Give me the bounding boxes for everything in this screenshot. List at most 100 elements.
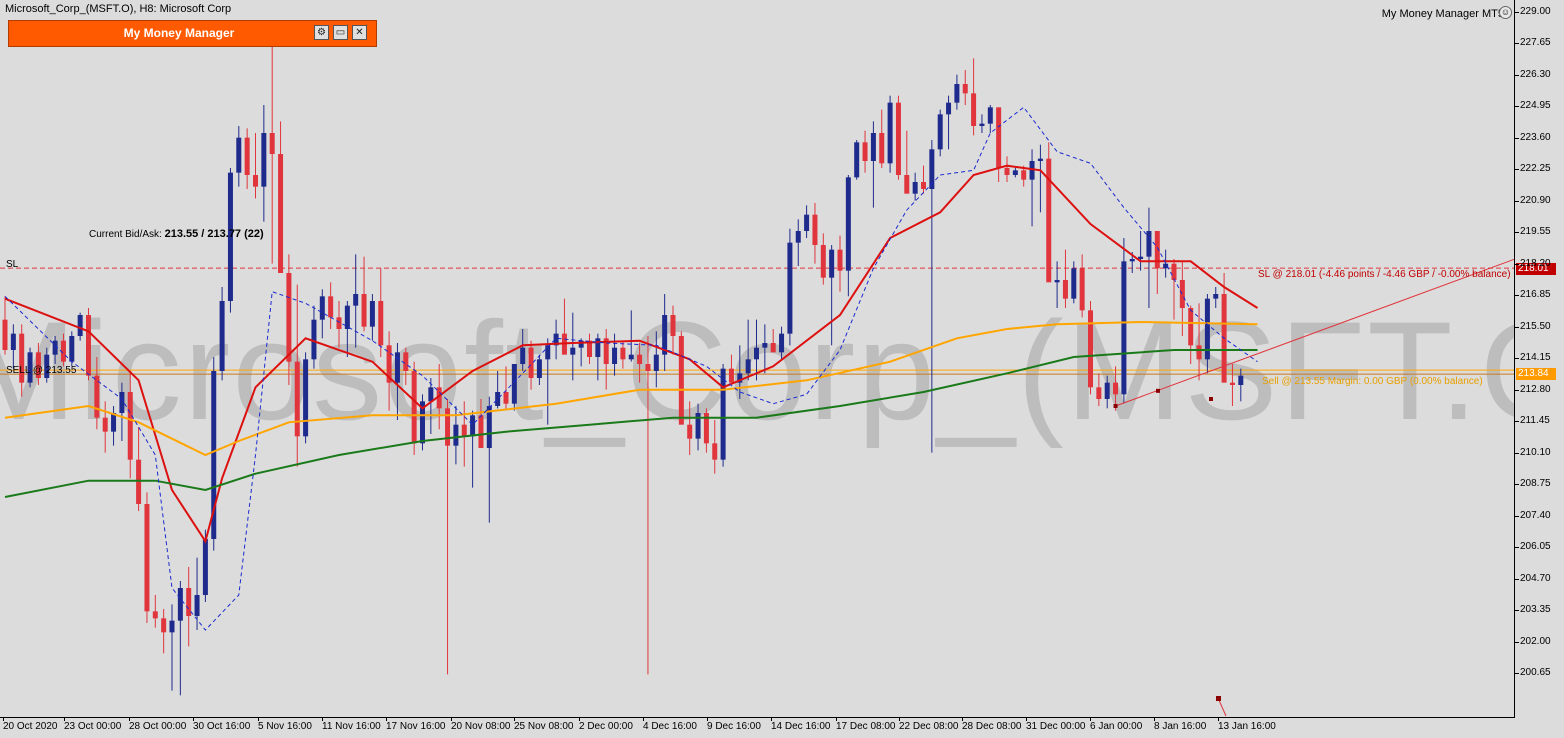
candle-body (445, 408, 451, 446)
price-axis-tick (1515, 358, 1519, 360)
candle-body (119, 392, 125, 413)
chart-plot-area[interactable]: Microsoft_Corp_(MSFT.O), H8 (0, 0, 1515, 718)
time-axis-tick (707, 718, 708, 721)
candle-body (1113, 382, 1119, 395)
time-axis-tick (1218, 718, 1219, 721)
time-axis-tick (579, 718, 580, 721)
candle-body (1079, 268, 1085, 311)
time-axis-tick (3, 718, 4, 721)
candle-body (645, 364, 651, 371)
price-axis-tick (1515, 641, 1519, 643)
candle-body (921, 182, 926, 189)
candle-body (1096, 387, 1102, 399)
candle-body (870, 133, 876, 161)
candle-body (161, 618, 167, 633)
price-axis-label: 214.15 (1520, 352, 1551, 364)
time-axis-tick (322, 718, 323, 721)
candle-body (912, 182, 918, 194)
price-axis-tick (1515, 43, 1519, 45)
moving-average-green (4, 349, 1258, 498)
candle-body (127, 392, 133, 460)
candle-body (962, 84, 968, 94)
close-icon[interactable]: ✕ (352, 25, 367, 40)
time-axis-label: 14 Dec 16:00 (771, 721, 831, 732)
candle-body (261, 133, 267, 187)
price-axis-tick (1515, 452, 1519, 454)
gear-icon[interactable]: ⚙ (314, 25, 329, 40)
time-axis-label: 8 Jan 16:00 (1154, 721, 1207, 732)
candle-body (1012, 170, 1018, 175)
price-axis-label: 226.30 (1520, 68, 1551, 80)
time-axis-label: 28 Dec 08:00 (962, 721, 1022, 732)
candle-body (996, 107, 1002, 168)
price-axis-label: 204.70 (1520, 572, 1551, 584)
price-axis-tick (1515, 169, 1519, 171)
candle-body (403, 352, 409, 371)
candle-body (653, 354, 659, 371)
candle-body (2, 319, 8, 350)
sell-info-text: Sell @ 213.55 Margin: 0.00 GBP (0.00% ba… (1262, 376, 1483, 387)
time-axis-label: 20 Oct 2020 (3, 721, 58, 732)
expert-advisor-name: My Money Manager MT5 (1381, 8, 1504, 20)
candle-body (712, 443, 718, 460)
price-axis-tick (1515, 295, 1519, 297)
chart-window[interactable]: Microsoft_Corp_(MSFT.O), H8 Microsoft_Co… (0, 0, 1564, 738)
candle-body (987, 107, 993, 124)
minimize-icon[interactable]: ▭ (333, 25, 348, 40)
price-axis-tick (1515, 610, 1519, 612)
candle-body (745, 359, 751, 374)
time-axis-tick (386, 718, 387, 721)
candle-body (1121, 261, 1127, 395)
bid-ask-label: Current Bid/Ask: (89, 229, 162, 240)
candle-body (202, 539, 208, 595)
candle-body (1037, 158, 1043, 161)
candle-body (720, 368, 726, 460)
price-axis-label: 207.40 (1520, 509, 1551, 521)
price-axis-tick (1515, 484, 1519, 486)
money-manager-panel[interactable]: My Money Manager ⚙ ▭ ✕ (8, 20, 377, 47)
candle-body (1213, 294, 1219, 299)
candle-body (612, 347, 618, 364)
time-axis-tick (1026, 718, 1027, 721)
time-axis-label: 2 Dec 00:00 (579, 721, 633, 732)
time-axis-tick (64, 718, 65, 721)
candle-body (77, 315, 83, 336)
price-axis-tick (1515, 389, 1519, 391)
candle-body (1129, 259, 1135, 262)
candle-body (269, 133, 275, 154)
time-axis-label: 28 Oct 00:00 (129, 721, 187, 732)
price-axis-label: 206.05 (1520, 541, 1551, 553)
price-axis-tick (1515, 421, 1519, 423)
trendline-anchor (1113, 404, 1118, 408)
time-axis-tick (258, 718, 259, 721)
time-axis-label: 30 Oct 16:00 (193, 721, 251, 732)
price-chart-svg[interactable] (0, 0, 1515, 718)
price-axis-label: 212.80 (1520, 383, 1551, 395)
candle-body (511, 364, 517, 404)
price-axis-tick (1515, 200, 1519, 202)
candle-body (1238, 375, 1244, 385)
price-axis-label: 220.90 (1520, 194, 1551, 206)
trendline-anchor (1156, 388, 1160, 393)
smiley-icon[interactable]: ☺ (1499, 6, 1512, 19)
arrow-marker (1216, 696, 1221, 701)
chart-title: Microsoft_Corp_(MSFT.O), H8: Microsoft C… (5, 3, 232, 15)
price-axis-label: 203.35 (1520, 604, 1551, 616)
candle-body (754, 347, 759, 360)
candle-body (1071, 268, 1077, 299)
candle-body (1021, 170, 1027, 180)
candle-body (328, 296, 334, 318)
candle-body (895, 102, 901, 175)
price-axis-label: 219.55 (1520, 226, 1551, 238)
candle-body (461, 424, 467, 437)
candle-body (111, 413, 117, 432)
candle-body (278, 154, 284, 273)
candle-body (528, 347, 534, 378)
candle-body (169, 620, 175, 633)
candle-body (353, 294, 359, 306)
candle-body (804, 214, 810, 231)
candle-body (845, 177, 851, 271)
time-axis-label: 9 Dec 16:00 (707, 721, 761, 732)
sl-info-text: SL @ 218.01 (-4.46 points / -4.46 GBP / … (1258, 269, 1511, 280)
candle-body (812, 214, 818, 245)
